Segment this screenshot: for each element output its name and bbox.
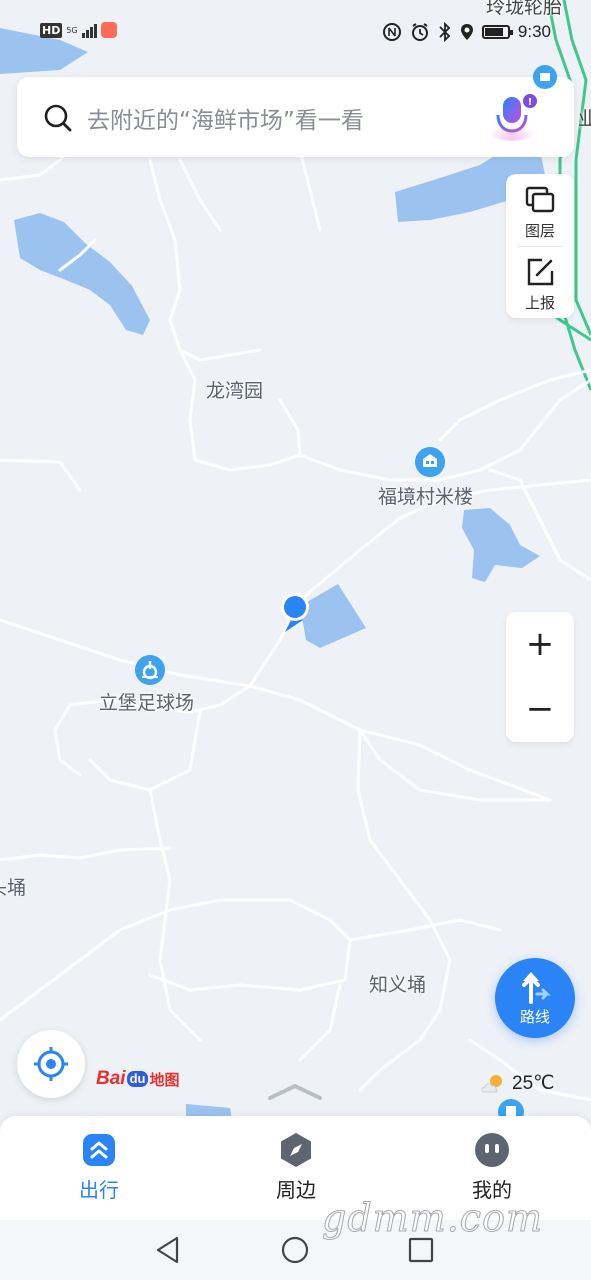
locate-me-button[interactable] — [17, 1030, 85, 1098]
map-label-left-partial[interactable]: 头埇 — [0, 873, 26, 900]
network-type: 5G — [66, 25, 78, 35]
partly-cloudy-icon — [481, 1074, 502, 1092]
baidu-map-logo: Bai du 地图 — [96, 1066, 179, 1092]
building-poi-icon[interactable] — [415, 447, 445, 477]
map-label-libao[interactable]: 立堡足球场 — [99, 688, 194, 715]
logo-du: du — [126, 1071, 149, 1087]
poi-pin-icon[interactable] — [532, 64, 558, 90]
report-button[interactable]: 上报 — [506, 246, 574, 318]
layer-button[interactable]: 图层 — [506, 174, 574, 246]
map-tools-card: 图层 上报 — [506, 174, 574, 318]
tab-travel[interactable]: 出行 — [39, 1116, 159, 1220]
search-bar[interactable]: 去附近的“海鲜市场”看一看 ! — [17, 77, 574, 157]
battery-icon — [481, 25, 513, 39]
compass-icon — [281, 1133, 311, 1167]
map-label-fujing[interactable]: 福境村米楼 — [378, 482, 473, 509]
zoom-out-button[interactable]: − — [506, 677, 574, 742]
home-circle-icon[interactable] — [279, 1234, 311, 1266]
status-right-group: 9:30 — [382, 22, 551, 42]
logo-map: 地图 — [149, 1070, 180, 1089]
layer-label: 图层 — [524, 222, 555, 240]
signal-icon — [81, 22, 97, 38]
tab-travel-label: 出行 — [79, 1178, 119, 1202]
map-label-top-right-poi[interactable]: 玲珑轮胎 — [486, 0, 562, 19]
zoom-in-button[interactable]: + — [506, 612, 574, 677]
watermark-text: gdmm.com — [322, 1196, 543, 1241]
microphone-icon[interactable]: ! — [490, 93, 538, 143]
profile-icon — [475, 1133, 509, 1167]
map-label-longwan[interactable]: 龙湾园 — [206, 376, 263, 403]
location-pin-icon — [460, 24, 473, 40]
bluetooth-icon — [439, 22, 451, 42]
map-label-right-edge: 业 — [578, 108, 591, 130]
sports-poi-icon[interactable] — [135, 655, 165, 685]
locate-crosshair-icon — [34, 1047, 68, 1081]
hd-badge: HD — [40, 22, 63, 38]
route-arrow-icon — [522, 972, 551, 1004]
search-icon — [44, 104, 72, 132]
travel-icon — [83, 1134, 115, 1166]
report-label: 上报 — [524, 294, 555, 312]
status-time: 9:30 — [517, 22, 551, 41]
pull-up-chevron-icon[interactable] — [266, 1082, 324, 1102]
shopping-app-icon — [100, 22, 117, 38]
weather-widget[interactable]: 25℃ — [480, 1072, 554, 1095]
layers-icon — [525, 186, 555, 213]
logo-bai: Bai — [96, 1068, 126, 1089]
voice-badge: ! — [528, 97, 533, 108]
route-button[interactable]: 路线 — [495, 958, 575, 1038]
edit-report-icon — [527, 258, 554, 286]
search-placeholder[interactable]: 去附近的“海鲜市场”看一看 — [87, 101, 364, 135]
back-triangle-icon[interactable] — [152, 1234, 184, 1266]
zoom-controls: + − — [506, 612, 574, 742]
alarm-icon — [411, 23, 428, 41]
status-left-group: HD 5G — [40, 22, 117, 38]
nfc-icon — [382, 23, 401, 41]
route-label: 路线 — [519, 1008, 550, 1026]
map-label-zhiyi[interactable]: 知义埇 — [369, 970, 426, 997]
weather-temperature: 25℃ — [512, 1073, 555, 1094]
map-app-screen: HD 5G 9:30 去附近的“海鲜市场”看一看 ! 玲珑轮胎 业 图层 上报 … — [0, 0, 591, 1280]
